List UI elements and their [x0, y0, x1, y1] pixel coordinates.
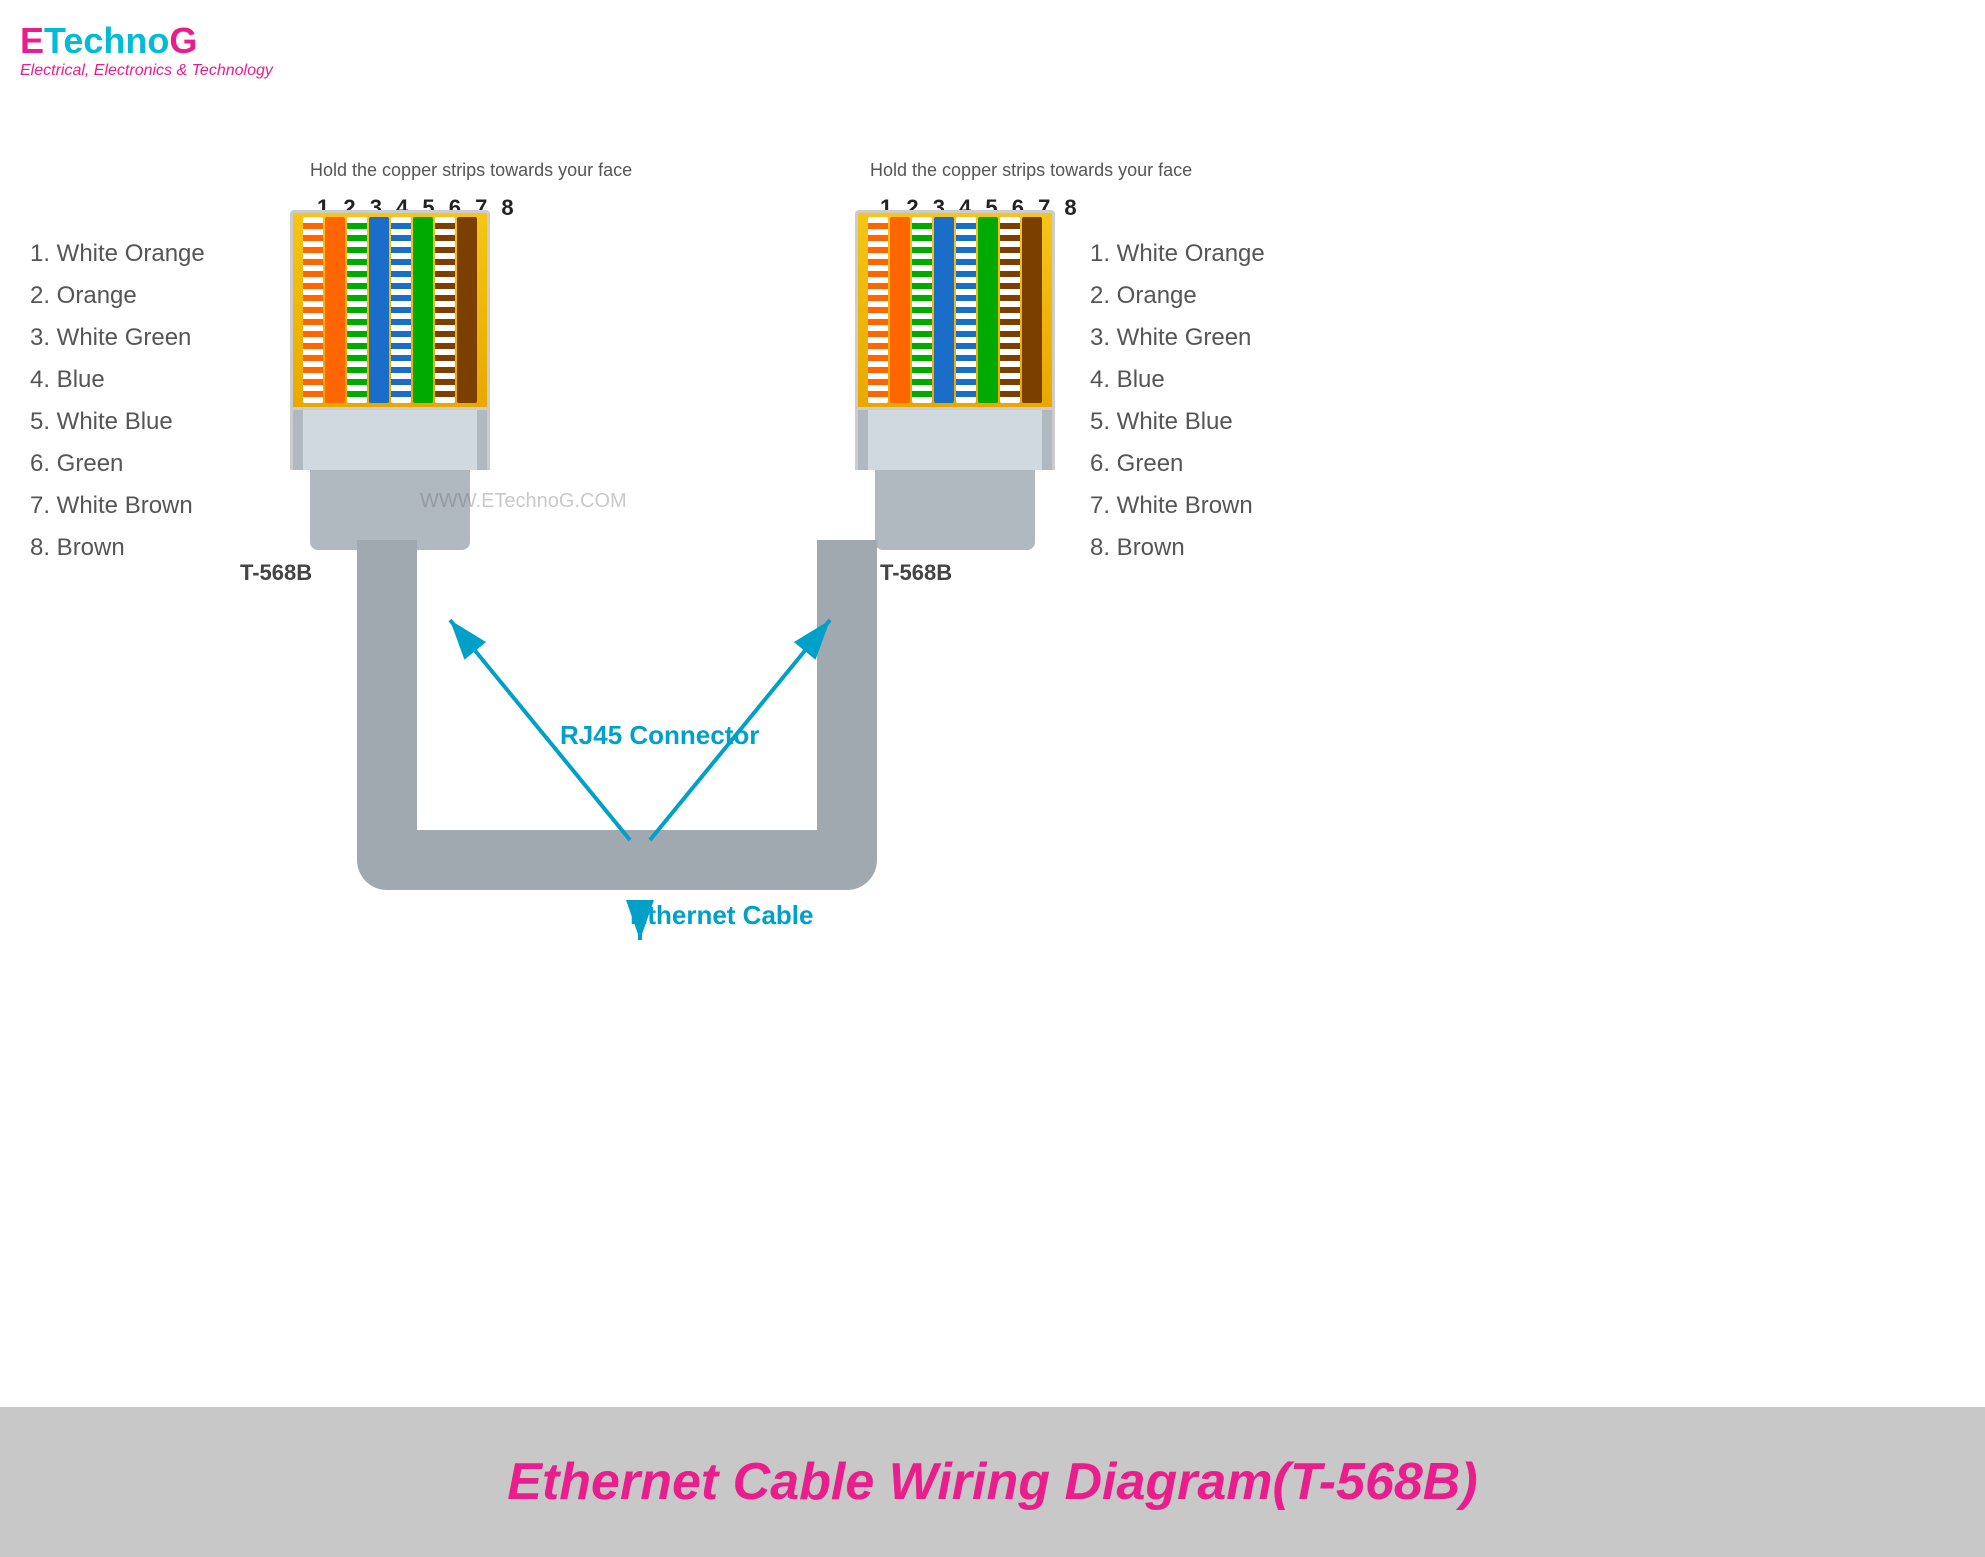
pin-left-3: 3. White Green: [30, 324, 205, 352]
pin-right-4: 4. Blue: [1090, 366, 1265, 394]
left-wires: [293, 213, 487, 407]
wire-r3-white-green: [912, 217, 932, 403]
right-connector: [855, 210, 1055, 550]
pin-left-2: 2. Orange: [30, 282, 205, 310]
wire-7-white-brown: [435, 217, 455, 403]
t568b-label-left: T-568B: [240, 560, 312, 586]
logo: ETechnoG Electrical, Electronics & Techn…: [20, 20, 273, 80]
pin-right-3: 3. White Green: [1090, 324, 1265, 352]
pin-left-5: 5. White Blue: [30, 408, 205, 436]
pin-right-1: 1. White Orange: [1090, 240, 1265, 268]
cable-left-vertical: [357, 540, 417, 870]
wire-5-white-blue: [391, 217, 411, 403]
wire-1-white-orange: [303, 217, 323, 403]
wire-4-blue: [369, 217, 389, 403]
left-connector-top: [290, 210, 490, 410]
pin-right-5: 5. White Blue: [1090, 408, 1265, 436]
logo-tagline: Electrical, Electronics & Technology: [20, 62, 273, 80]
wire-r5-white-blue: [956, 217, 976, 403]
pin-right-2: 2. Orange: [1090, 282, 1265, 310]
right-connector-top: [855, 210, 1055, 410]
pin-list-left: 1. White Orange 2. Orange 3. White Green…: [30, 240, 205, 576]
cable-right-vertical: [817, 540, 877, 870]
pin-left-7: 7. White Brown: [30, 492, 205, 520]
watermark: WWW.ETechnoG.COM: [420, 490, 627, 513]
right-wires: [858, 213, 1052, 407]
wire-3-white-green: [347, 217, 367, 403]
pin-right-6: 6. Green: [1090, 450, 1265, 478]
logo-e: E: [20, 20, 44, 61]
t568b-label-right: T-568B: [880, 560, 952, 586]
pin-left-4: 4. Blue: [30, 366, 205, 394]
right-connector-mid: [855, 410, 1055, 470]
wire-r8-brown: [1022, 217, 1042, 403]
cable-bottom: [357, 830, 877, 890]
rj45-label: RJ45 Connector: [560, 720, 759, 751]
pin-list-right: 1. White Orange 2. Orange 3. White Green…: [1090, 240, 1265, 576]
wire-6-green: [413, 217, 433, 403]
wire-r6-green: [978, 217, 998, 403]
footer-banner: Ethernet Cable Wiring Diagram(T-568B): [0, 1407, 1985, 1557]
instruction-right: Hold the copper strips towards your face: [870, 160, 1192, 181]
wire-2-orange: [325, 217, 345, 403]
wire-r7-white-brown: [1000, 217, 1020, 403]
wire-r4-blue: [934, 217, 954, 403]
ethernet-label: Ethernet Cable: [630, 900, 814, 931]
right-connector-bottom: [875, 470, 1035, 550]
wire-r1-white-orange: [868, 217, 888, 403]
pin-left-8: 8. Brown: [30, 534, 205, 562]
left-connector-mid: [290, 410, 490, 470]
logo-techno: Techno: [44, 20, 169, 61]
diagram-area: Hold the copper strips towards your face…: [0, 100, 1985, 1407]
instruction-left: Hold the copper strips towards your face: [310, 160, 632, 181]
pin-left-1: 1. White Orange: [30, 240, 205, 268]
pin-right-7: 7. White Brown: [1090, 492, 1265, 520]
logo-g: G: [169, 20, 197, 61]
wire-r2-orange: [890, 217, 910, 403]
wire-8-brown: [457, 217, 477, 403]
pin-right-8: 8. Brown: [1090, 534, 1265, 562]
footer-title: Ethernet Cable Wiring Diagram(T-568B): [507, 1452, 1477, 1512]
pin-left-6: 6. Green: [30, 450, 205, 478]
